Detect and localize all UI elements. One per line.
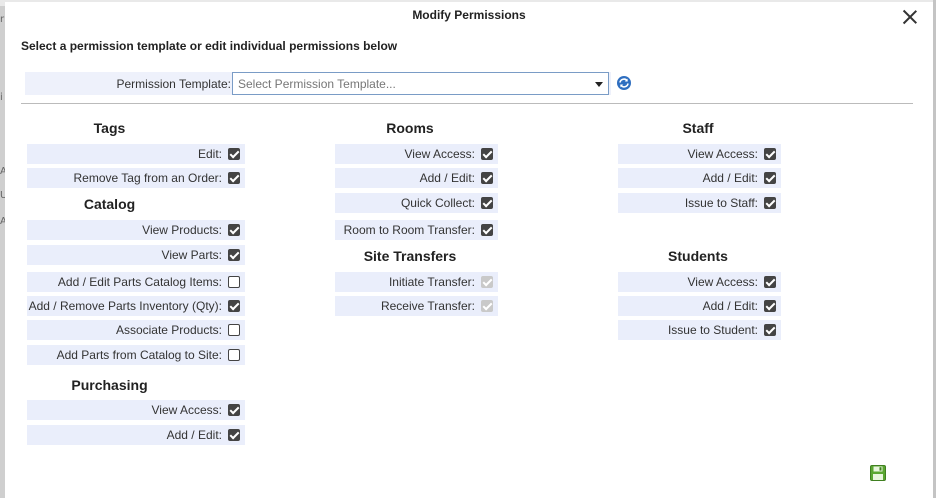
permission-label: Add / Edit: [702, 299, 758, 313]
permission-row: Room to Room Transfer: [335, 220, 498, 240]
permission-row: Add / Edit Parts Catalog Items: [27, 272, 245, 292]
permission-checkbox[interactable] [228, 276, 240, 288]
permission-label: View Access: [687, 147, 758, 161]
permission-label: Receive Transfer: [380, 299, 475, 313]
permission-label: Quick Collect: [400, 196, 475, 210]
permission-label: View Access: [151, 403, 222, 417]
permission-label: Issue to Staff: [684, 196, 758, 210]
permission-label: Add / Remove Parts Inventory (Qty): [28, 299, 222, 313]
permission-label: Add / Edit: [419, 171, 475, 185]
permission-checkbox[interactable] [228, 300, 240, 312]
permission-template-row: Permission Template: Select Permission T… [25, 72, 611, 95]
permission-label: Edit: [197, 147, 222, 161]
section-title-students: Students [668, 248, 728, 264]
section-title-purchasing: Purchasing [71, 377, 148, 393]
permission-row: View Access: [335, 144, 498, 164]
permission-template-select[interactable]: Select Permission Template... [232, 72, 609, 95]
permission-label: View Products: [142, 223, 222, 237]
permission-template-placeholder: Select Permission Template... [238, 77, 396, 91]
permission-checkbox[interactable] [481, 148, 493, 160]
permission-label: Add / Edit: [166, 428, 222, 442]
permission-checkbox[interactable] [228, 404, 240, 416]
permission-template-label: Permission Template: [116, 77, 232, 91]
permission-checkbox[interactable] [228, 148, 240, 160]
dialog-title: Modify Permissions [412, 8, 526, 22]
section-title-rooms: Rooms [386, 120, 434, 136]
backdrop-edge-text: i [0, 92, 3, 103]
section-title-site-transfers: Site Transfers [363, 248, 457, 264]
chevron-down-icon [595, 82, 603, 87]
permission-row: Issue to Staff: [618, 193, 781, 213]
permission-row: Initiate Transfer: [335, 272, 498, 292]
permission-row: Remove Tag from an Order: [27, 168, 245, 188]
permission-row: Receive Transfer: [335, 296, 498, 316]
permission-checkbox[interactable] [764, 300, 776, 312]
permission-checkbox[interactable] [764, 197, 776, 209]
modify-permissions-dialog: Modify Permissions Select a permission t… [5, 2, 933, 498]
permission-row: Quick Collect: [335, 193, 498, 213]
permission-row: Add / Remove Parts Inventory (Qty): [27, 296, 245, 316]
permission-row: Associate Products: [27, 320, 245, 340]
permission-checkbox[interactable] [764, 148, 776, 160]
permission-checkbox[interactable] [228, 324, 240, 336]
save-icon[interactable] [870, 465, 886, 481]
backdrop-edge-text: r [0, 14, 5, 25]
permission-checkbox[interactable] [228, 249, 240, 261]
section-title-catalog: Catalog [83, 196, 136, 212]
permission-label: Initiate Transfer: [388, 275, 475, 289]
permission-row: Add / Edit: [618, 168, 781, 188]
permission-checkbox [481, 300, 493, 312]
permission-row: Add Parts from Catalog to Site: [27, 345, 245, 365]
section-title-staff: Staff [682, 120, 714, 136]
permission-row: View Access: [27, 400, 245, 420]
permission-checkbox[interactable] [228, 349, 240, 361]
permission-label: Associate Products: [115, 323, 222, 337]
permission-row: Issue to Student: [618, 320, 781, 340]
permission-row: Add / Edit: [618, 296, 781, 316]
permission-row: View Access: [618, 144, 781, 164]
permission-checkbox[interactable] [481, 197, 493, 209]
instructions-text: Select a permission template or edit ind… [21, 39, 398, 53]
permission-checkbox[interactable] [228, 172, 240, 184]
section-title-tags: Tags [93, 120, 126, 136]
permission-checkbox[interactable] [228, 429, 240, 441]
permission-checkbox[interactable] [764, 324, 776, 336]
refresh-icon[interactable] [616, 75, 632, 91]
permission-label: View Parts: [161, 248, 222, 262]
permission-checkbox[interactable] [764, 276, 776, 288]
divider [21, 103, 913, 104]
permission-checkbox[interactable] [228, 224, 240, 236]
permission-label: View Access: [687, 275, 758, 289]
permission-label: Remove Tag from an Order: [73, 171, 222, 185]
permission-label: Room to Room Transfer: [343, 223, 475, 237]
permission-row: View Access: [618, 272, 781, 292]
close-icon[interactable] [901, 8, 919, 26]
permission-checkbox [481, 276, 493, 288]
permission-row: View Products: [27, 220, 245, 240]
permission-checkbox[interactable] [481, 224, 493, 236]
permission-checkbox[interactable] [481, 172, 493, 184]
permission-row: Add / Edit: [27, 425, 245, 445]
permission-label: Add / Edit: [702, 171, 758, 185]
permission-row: View Parts: [27, 245, 245, 265]
permission-checkbox[interactable] [764, 172, 776, 184]
permission-row: Edit: [27, 144, 245, 164]
permission-label: View Access: [404, 147, 475, 161]
permission-label: Issue to Student: [667, 323, 758, 337]
permission-label: Add / Edit Parts Catalog Items: [57, 275, 222, 289]
permission-label: Add Parts from Catalog to Site: [56, 348, 222, 362]
permission-row: Add / Edit: [335, 168, 498, 188]
